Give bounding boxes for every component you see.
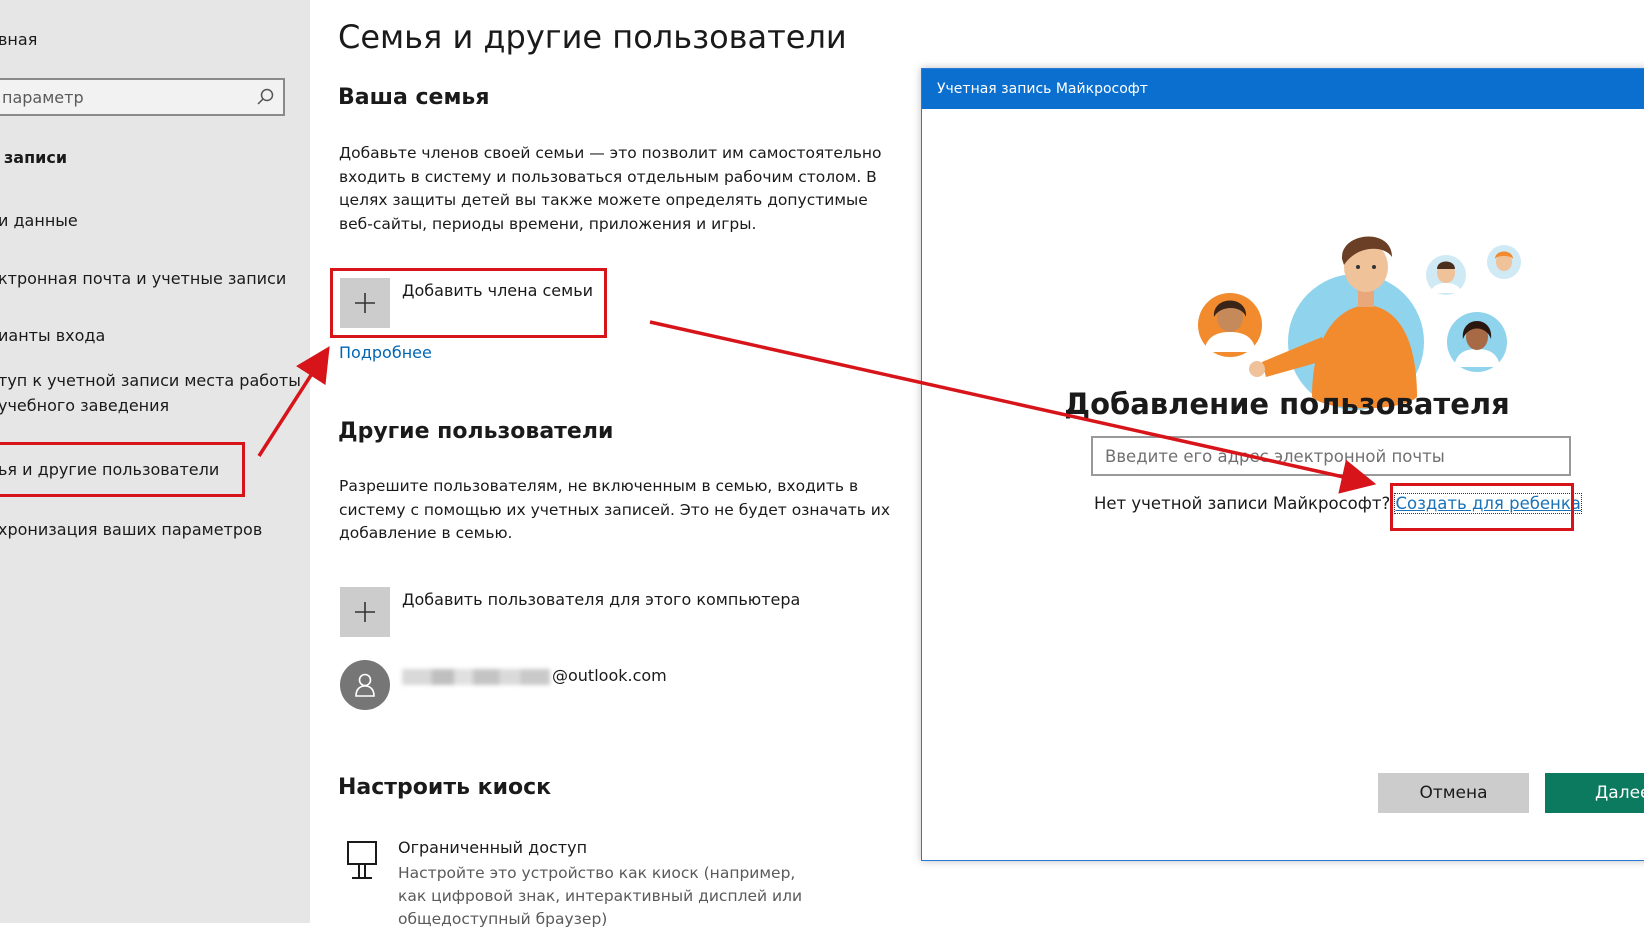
other-users-description: Разрешите пользователям, не включенным в… (339, 477, 891, 542)
dialog-titlebar: Учетная запись Майкрософт (922, 69, 1644, 109)
more-info-link[interactable]: Подробнее (339, 343, 432, 362)
sidebar-item-your-info[interactable]: и данные (0, 208, 78, 233)
sidebar-item-sync-settings[interactable]: хронизация ваших параметров (0, 517, 262, 542)
microsoft-account-dialog: Учетная запись Майкрософт Добавление пол… (921, 68, 1644, 861)
dialog-heading: Добавление пользователя (1064, 387, 1510, 421)
sidebar-item-access-school[interactable]: учебного заведения (0, 393, 169, 418)
user-account-email[interactable]: @outlook.com (402, 666, 667, 685)
add-user-label[interactable]: Добавить пользователя для этого компьюте… (402, 590, 800, 609)
add-family-member-label[interactable]: Добавить члена семьи (402, 281, 593, 300)
create-for-child-link[interactable]: Создать для ребенка (1394, 493, 1582, 514)
other-users-heading: Другие пользователи (338, 419, 614, 444)
search-icon[interactable] (255, 87, 275, 107)
sidebar-section-title: записи (4, 148, 68, 167)
kiosk-icon (347, 841, 377, 879)
redacted-username (402, 668, 550, 685)
sidebar-item-family-users[interactable]: ья и другие пользователи (0, 457, 219, 482)
page-title: Семья и другие пользователи (338, 18, 847, 56)
dialog-title: Учетная запись Майкрософт (937, 81, 1148, 97)
next-button[interactable]: Далее (1545, 773, 1644, 813)
sidebar-home-link[interactable]: вная (0, 30, 37, 49)
sidebar-item-access-work[interactable]: туп к учетной записи места работы (0, 368, 301, 393)
family-heading: Ваша семья (338, 85, 490, 110)
settings-search-input[interactable] (2, 80, 252, 114)
kiosk-assigned-access-link[interactable]: Ограниченный доступ (398, 838, 587, 857)
sidebar-item-email-accounts[interactable]: ктронная почта и учетные записи (0, 266, 286, 291)
add-user-button[interactable] (340, 587, 390, 637)
settings-sidebar: вная записи и данные ктронная почта и уч… (0, 0, 310, 923)
email-field-box[interactable] (1091, 436, 1571, 476)
no-account-text: Нет учетной записи Майкрософт? (1094, 494, 1391, 513)
main-content: Семья и другие пользователи Ваша семья Д… (310, 0, 930, 928)
kiosk-description: Настройте это устройство как киоск (напр… (398, 864, 803, 928)
user-email-domain: @outlook.com (552, 666, 667, 685)
user-avatar[interactable] (340, 660, 390, 710)
cancel-button[interactable]: Отмена (1378, 773, 1529, 813)
plus-icon (355, 293, 375, 313)
email-input[interactable] (1105, 438, 1555, 474)
person-icon (355, 673, 375, 697)
sidebar-item-sign-in-options[interactable]: ианты входа (0, 323, 105, 348)
family-description: Добавьте членов своей семьи — это позвол… (339, 144, 882, 233)
plus-icon (355, 602, 375, 622)
settings-search-box[interactable] (0, 78, 285, 116)
kiosk-heading: Настроить киоск (338, 775, 552, 800)
no-account-row: Нет учетной записи Майкрософт? Создать д… (1094, 493, 1582, 514)
add-family-member-button[interactable] (340, 278, 390, 328)
